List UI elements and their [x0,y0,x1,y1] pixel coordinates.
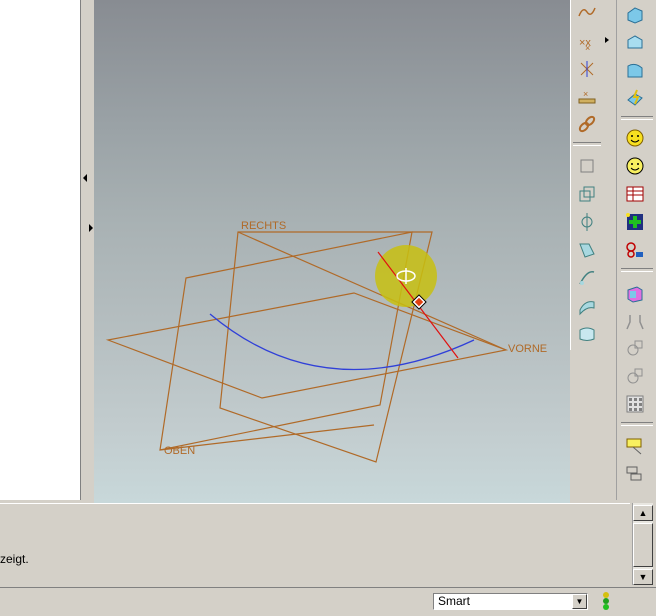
table-icon[interactable] [623,182,647,206]
toolbar-separator [573,142,601,146]
panel-splitter[interactable] [81,0,94,503]
layer-icon[interactable] [623,462,647,486]
datum-plane-front[interactable] [105,292,509,399]
green-cross-icon[interactable] [623,210,647,234]
flyout-arrow-icon[interactable] [605,37,609,43]
model-tree-panel[interactable] [0,0,81,500]
circle-mirror-icon[interactable] [623,336,647,360]
datum-toolbar: ×x × × [570,0,603,350]
svg-text:×: × [583,89,588,99]
datum-plane-top[interactable] [159,231,413,451]
scroll-up-button[interactable]: ▲ [633,505,653,521]
surface-icon[interactable] [575,294,599,318]
toolbar-separator [621,268,653,272]
chain-icon[interactable] [575,112,599,136]
solid-block-icon[interactable] [623,3,647,27]
svg-text:×: × [585,43,590,52]
selection-filter-value: Smart [438,594,471,608]
point-cluster-icon[interactable] [575,57,599,81]
scroll-thumb[interactable] [633,523,653,567]
message-text: zeigt. [0,552,29,566]
feature-toolbar [616,0,656,500]
solid-revolve-icon[interactable] [623,58,647,82]
selection-filter-select[interactable]: Smart ▼ [433,593,588,610]
lightning-icon[interactable] [623,86,647,110]
measure-icon[interactable] [623,238,647,262]
expand-right-icon[interactable] [89,224,93,232]
traffic-light-icon[interactable] [600,591,612,611]
note-icon[interactable] [623,434,647,458]
toolbar-separator [621,422,653,426]
snap-icon[interactable] [623,310,647,334]
plane-label-right: RECHTS [241,220,286,232]
spline-icon[interactable] [575,0,599,24]
circle-copy-icon[interactable] [623,364,647,388]
solid-cylinder-icon[interactable] [623,30,647,54]
axis-icon[interactable] [575,210,599,234]
toolbar-separator [621,116,653,120]
model-canvas[interactable]: RECHTS VORNE OBEN [94,0,570,503]
chevron-down-icon[interactable]: ▼ [572,594,587,609]
scroll-down-button[interactable]: ▼ [633,569,653,585]
sketch-curve[interactable] [209,313,475,371]
plane-label-top: OBEN [164,445,195,457]
pink-box-icon[interactable] [623,282,647,306]
csys-icon[interactable] [575,238,599,262]
message-area: zeigt. [0,503,630,586]
boundary-icon[interactable] [575,322,599,346]
plane-icon[interactable] [575,154,599,178]
points-icon[interactable]: ×x × [575,30,599,54]
plane-label-front: VORNE [508,343,547,355]
graphics-viewport[interactable]: RECHTS VORNE OBEN [94,0,570,503]
offset-plane-icon[interactable] [575,182,599,206]
grid-icon[interactable] [623,392,647,416]
point-array-icon[interactable]: × [575,84,599,108]
curve-offset-icon[interactable] [575,266,599,290]
smiley-outline-icon[interactable] [623,154,647,178]
collapse-left-icon[interactable] [83,174,87,182]
smiley-icon[interactable] [623,126,647,150]
message-scrollbar[interactable]: ▲ ▼ [632,503,653,585]
